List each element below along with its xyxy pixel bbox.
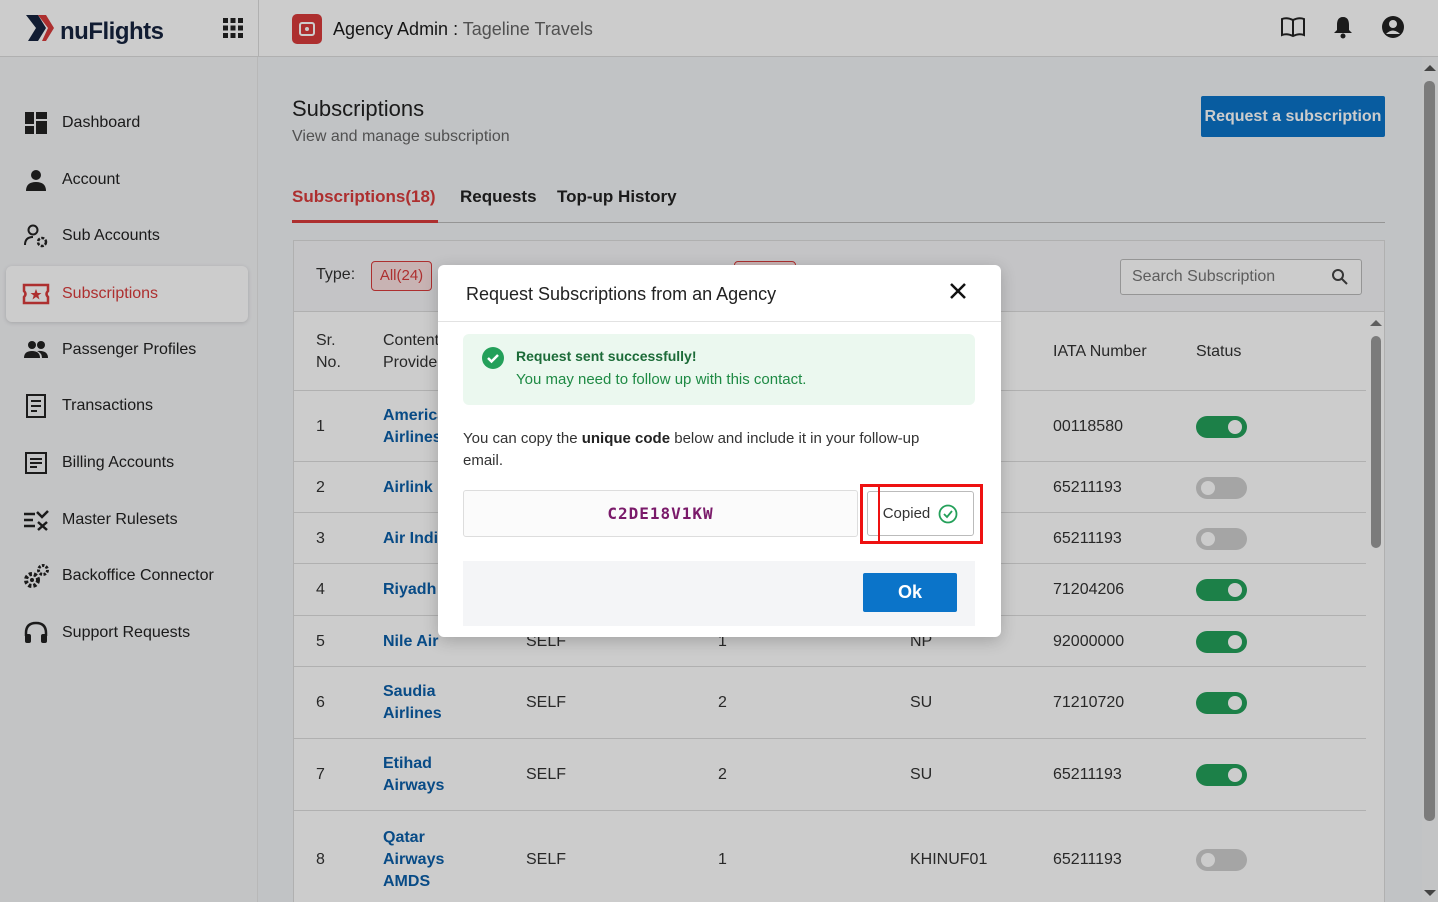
success-alert: Request sent successfully! You may need … (463, 334, 975, 405)
highlight-inner-line (878, 487, 880, 541)
unique-code-field[interactable]: C2DE18V1KW (463, 490, 858, 537)
modal-close-button[interactable] (946, 279, 970, 303)
desc-before: You can copy the (463, 430, 582, 447)
check-circle-icon (482, 347, 504, 369)
copy-button-highlight (860, 484, 983, 544)
modal-footer: Ok (463, 561, 975, 626)
request-subscription-modal: Request Subscriptions from an Agency Req… (438, 265, 1001, 637)
alert-title: Request sent successfully! (516, 348, 697, 364)
modal-title: Request Subscriptions from an Agency (466, 284, 777, 304)
modal-description: You can copy the unique code below and i… (463, 428, 963, 472)
desc-bold: unique code (581, 430, 671, 447)
close-icon (950, 283, 966, 299)
alert-text: You may need to follow up with this cont… (516, 371, 807, 388)
modal-divider (438, 321, 1001, 322)
ok-button[interactable]: Ok (863, 573, 957, 612)
